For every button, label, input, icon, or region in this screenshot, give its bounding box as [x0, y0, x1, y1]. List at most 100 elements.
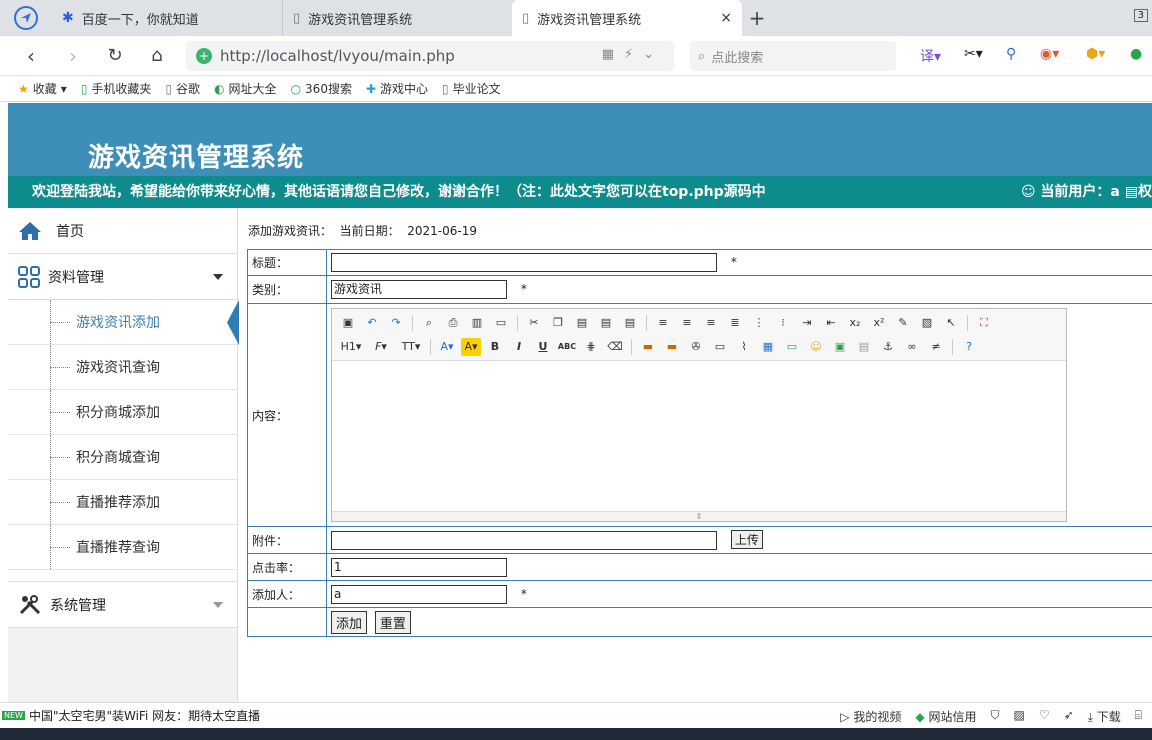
download-button[interactable]: ⤓ 下载	[1088, 708, 1121, 725]
tab-system-2[interactable]: ▯ 游戏资讯管理系统 ×	[512, 0, 742, 36]
more-icon[interactable]: ⌸	[1135, 708, 1142, 725]
heart-status-icon[interactable]: ♡	[1039, 708, 1050, 725]
unordered-list-icon[interactable]: ⁝	[773, 314, 793, 332]
paste-icon[interactable]: ▤	[572, 314, 592, 332]
bookmark-mobile[interactable]: ▯ 手机收藏夹	[81, 80, 152, 97]
clicks-input[interactable]: 1	[331, 557, 507, 577]
user-extra[interactable]: 权	[1138, 184, 1152, 200]
code-icon[interactable]: ▭	[491, 314, 511, 332]
fullscreen-icon[interactable]: ⛶	[974, 314, 994, 332]
undo-icon[interactable]: ↶	[362, 314, 382, 332]
submit-button[interactable]: 添加	[331, 610, 368, 634]
new-tab-button[interactable]: +	[742, 6, 772, 30]
underline-button[interactable]: U	[533, 338, 553, 356]
tab-baidu[interactable]: ✱ 百度一下，你就知道	[52, 0, 282, 36]
strikethrough-button[interactable]: ABC	[557, 338, 577, 356]
bookmark-game-center[interactable]: ✚ 游戏中心	[366, 80, 428, 97]
cut-icon[interactable]: ✂	[524, 314, 544, 332]
link-icon[interactable]: ∞	[902, 338, 922, 356]
font-size-button[interactable]: TT▾	[398, 338, 424, 356]
editor-resize-handle[interactable]: ⇕	[332, 511, 1066, 521]
title-input[interactable]	[331, 253, 717, 272]
font-family-button[interactable]: F▾	[368, 338, 394, 356]
tab-count-badge[interactable]: 3	[1133, 9, 1148, 22]
eraser-icon[interactable]: ⌫	[605, 338, 625, 356]
outdent-icon[interactable]: ⇤	[821, 314, 841, 332]
paste-word-icon[interactable]: ▤	[620, 314, 640, 332]
template-icon[interactable]: ▥	[467, 314, 487, 332]
anchor-icon[interactable]: ⚓	[878, 338, 898, 356]
bookmark-thesis[interactable]: ▯ 毕业论文	[442, 80, 501, 97]
sidebar-group-system[interactable]: 系统管理	[8, 582, 237, 628]
attachment-icon[interactable]: ⌇	[734, 338, 754, 356]
insert-row-icon[interactable]: ▬	[638, 338, 658, 356]
url-bar[interactable]: + http://localhost/lvyou/main.php ▦⚡⌄	[186, 41, 674, 71]
game-icon[interactable]: ◉▾	[1040, 46, 1059, 66]
flash-icon[interactable]: ✇	[686, 338, 706, 356]
indent-icon[interactable]: ⇥	[797, 314, 817, 332]
italic-button[interactable]: I	[509, 338, 529, 356]
source-icon[interactable]: ▣	[338, 314, 358, 332]
category-input[interactable]: 游戏资讯	[331, 280, 507, 299]
shield-icon[interactable]: ⬢▾	[1086, 46, 1105, 66]
image-status-icon[interactable]: ▨	[1013, 708, 1024, 725]
grid-lines-icon[interactable]: ⋕	[581, 338, 601, 356]
insert-row-below-icon[interactable]: ▬	[662, 338, 682, 356]
rocket-icon[interactable]: ➶	[1064, 708, 1074, 725]
select-icon[interactable]: ↖	[941, 314, 961, 332]
green-app-icon[interactable]: ●	[1130, 46, 1142, 66]
scissors-icon[interactable]: ✂▾	[964, 46, 983, 66]
select-all-icon[interactable]: ▧	[917, 314, 937, 332]
align-center-icon[interactable]: ≡	[677, 314, 697, 332]
translate-icon[interactable]: 译▾	[920, 46, 941, 66]
font-color-icon[interactable]: A▾	[437, 338, 457, 356]
bookmark-google[interactable]: ▯ 谷歌	[165, 80, 200, 97]
align-right-icon[interactable]: ≡	[701, 314, 721, 332]
shield-status-icon[interactable]: ⛉	[990, 708, 999, 725]
home-icon[interactable]: ⌂	[136, 45, 178, 66]
sidebar-item-game-news-add[interactable]: 游戏资讯添加	[8, 300, 239, 345]
superscript-icon[interactable]: x²	[869, 314, 889, 332]
bookmark-favorites[interactable]: ★ 收藏 ▾	[18, 80, 67, 97]
sidebar-group-data[interactable]: 资料管理	[8, 254, 237, 300]
ordered-list-icon[interactable]: ⋮	[749, 314, 769, 332]
print-icon[interactable]: ⎙	[443, 314, 463, 332]
sidebar-item-points-shop-query[interactable]: 积分商城查询	[8, 435, 237, 480]
bookmark-directory[interactable]: ◐ 网址大全	[214, 80, 277, 97]
copy-icon[interactable]: ❐	[548, 314, 568, 332]
my-video-button[interactable]: ▷ 我的视频	[840, 708, 901, 725]
news-ticker[interactable]: 中国"太空宅男"装WiFi 网友：期待太空直播	[29, 707, 260, 724]
heading-button[interactable]: H1▾	[338, 338, 364, 356]
tab-system-1[interactable]: ▯ 游戏资讯管理系统	[282, 0, 512, 36]
reset-button[interactable]: 重置	[374, 610, 411, 634]
media-icon[interactable]: ▭	[710, 338, 730, 356]
magnifier-icon[interactable]: ⚲	[1006, 46, 1016, 66]
browser-search-input[interactable]: ⌕ 点此搜索	[690, 41, 896, 71]
adder-input[interactable]: a	[331, 584, 507, 604]
unlink-icon[interactable]: ≠	[926, 338, 946, 356]
url-actions-icon[interactable]: ▦⚡⌄	[602, 47, 664, 62]
subscript-icon[interactable]: x₂	[845, 314, 865, 332]
align-left-icon[interactable]: ≡	[653, 314, 673, 332]
sidebar-item-game-news-query[interactable]: 游戏资讯查询	[8, 345, 237, 390]
image-icon[interactable]: ▣	[830, 338, 850, 356]
bookmark-360search[interactable]: ○ 360搜索	[291, 80, 352, 97]
redo-icon[interactable]: ↷	[386, 314, 406, 332]
emoticon-icon[interactable]: ☺	[806, 338, 826, 356]
clear-format-icon[interactable]: ✎	[893, 314, 913, 332]
upload-button[interactable]: 上传	[730, 530, 763, 549]
highlight-color-icon[interactable]: A▾	[461, 338, 481, 356]
editor-content-area[interactable]	[332, 361, 1066, 511]
justify-icon[interactable]: ≣	[725, 314, 745, 332]
forward-icon[interactable]: ›	[52, 44, 94, 68]
bold-button[interactable]: B	[485, 338, 505, 356]
table-icon[interactable]: ▦	[758, 338, 778, 356]
sidebar-item-points-shop-add[interactable]: 积分商城添加	[8, 390, 237, 435]
sidebar-item-live-add[interactable]: 直播推荐添加	[8, 480, 237, 525]
pagebreak-icon[interactable]: ▤	[854, 338, 874, 356]
preview-icon[interactable]: ⌕	[419, 314, 439, 332]
logout-icon[interactable]: ▤	[1125, 184, 1138, 200]
reload-icon[interactable]: ↻	[94, 45, 136, 66]
hr-icon[interactable]: ▭	[782, 338, 802, 356]
sidebar-item-live-query[interactable]: 直播推荐查询	[8, 525, 237, 570]
